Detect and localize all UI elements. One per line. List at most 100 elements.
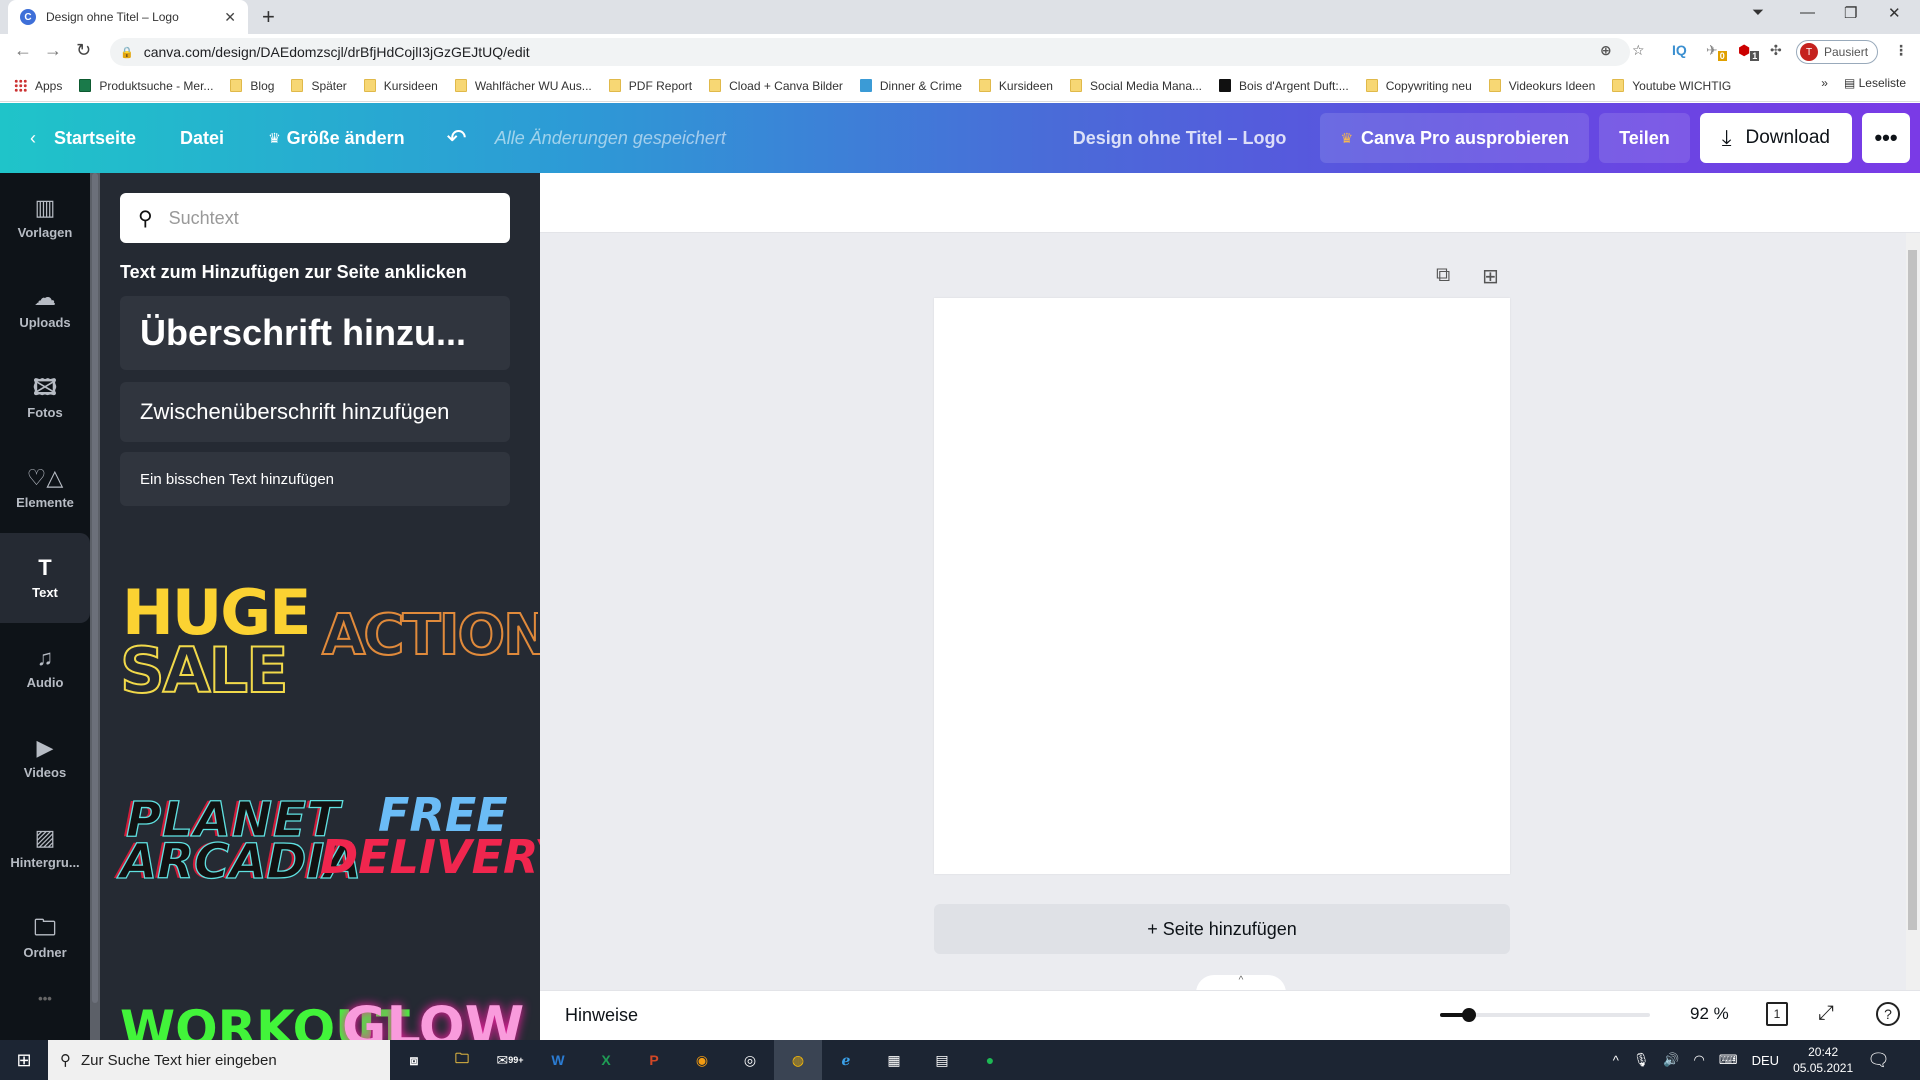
edge-icon[interactable]: ℯ	[822, 1040, 870, 1080]
extension-icon[interactable]: ✈ 0	[1706, 42, 1727, 61]
zoom-percentage[interactable]: 92 %	[1690, 1004, 1729, 1024]
add-body-text-button[interactable]: Ein bisschen Text hinzufügen	[120, 452, 510, 506]
context-toolbar	[540, 173, 1920, 233]
keyboard-icon[interactable]: ⌨	[1719, 1052, 1738, 1068]
undo-icon[interactable]: ↶	[433, 113, 481, 163]
notifications-icon[interactable]: 🗨	[1867, 1050, 1890, 1071]
bookmarks-overflow-button[interactable]: »	[1821, 76, 1828, 90]
taskbar-search-input[interactable]: ⚲ Zur Suche Text hier eingeben	[48, 1040, 390, 1080]
volume-icon[interactable]: 🔊	[1663, 1052, 1679, 1068]
add-page-icon[interactable]: ⊞	[1482, 264, 1499, 289]
zoom-slider[interactable]	[1440, 1008, 1650, 1022]
bookmark-apps[interactable]: Apps	[14, 79, 62, 93]
sidebar-item-videos[interactable]: ▶ Videos	[0, 713, 90, 803]
bookmark-item[interactable]: Dinner & Crime	[859, 79, 962, 93]
tray-overflow-icon[interactable]: ^	[1613, 1053, 1619, 1068]
bookmark-item[interactable]: Youtube WICHTIG	[1612, 79, 1731, 93]
search-input[interactable]: ⚲ Suchtext	[120, 193, 510, 243]
extensions-puzzle-icon[interactable]: ✣	[1770, 42, 1782, 59]
bookmark-star-icon[interactable]: ☆	[1632, 42, 1645, 59]
file-menu-button[interactable]: Datei	[166, 113, 238, 163]
bookmark-item[interactable]: Später	[291, 79, 347, 93]
restore-button[interactable]: ❐	[1844, 4, 1857, 22]
forward-button[interactable]: →	[44, 40, 62, 61]
sidebar-scroll-thumb[interactable]	[92, 173, 98, 1003]
clock[interactable]: 20:42 05.05.2021	[1793, 1044, 1853, 1076]
add-heading-button[interactable]: Überschrift hinzu...	[120, 296, 510, 370]
duplicate-page-icon[interactable]: ⧉	[1436, 264, 1450, 287]
sidebar-more-button[interactable]: •••	[0, 973, 90, 1023]
task-view-icon[interactable]: ⧈	[390, 1040, 438, 1080]
document-title[interactable]: Design ohne Titel – Logo	[1073, 128, 1287, 149]
bookmark-item[interactable]: PDF Report	[608, 79, 692, 93]
canva-favicon-icon: C	[20, 9, 36, 25]
adblock-icon[interactable]: ⬢ 1	[1738, 42, 1760, 61]
minimize-button[interactable]: —	[1800, 4, 1815, 21]
design-page[interactable]	[934, 298, 1510, 874]
bookmark-item[interactable]: Wahlfächer WU Aus...	[454, 79, 592, 93]
word-icon[interactable]: W	[534, 1040, 582, 1080]
reload-button[interactable]: ↻	[76, 40, 91, 61]
sidebar-item-audio[interactable]: ♫ Audio	[0, 623, 90, 713]
share-button[interactable]: Teilen	[1599, 113, 1690, 163]
sidebar-item-elements[interactable]: ♡△ Elemente	[0, 443, 90, 533]
wifi-icon[interactable]: ◠	[1694, 1052, 1705, 1068]
font-combo-huge-sale[interactable]: SALE	[119, 639, 289, 703]
spotify-icon[interactable]: ●	[966, 1040, 1014, 1080]
address-bar[interactable]: 🔒 canva.com/design/DAEdomzscjl/drBfjHdCo…	[110, 38, 1630, 66]
app-icon[interactable]: ◉	[678, 1040, 726, 1080]
app-icon[interactable]: ▤	[918, 1040, 966, 1080]
new-tab-button[interactable]: +	[262, 4, 275, 30]
page-count-button[interactable]: 1	[1766, 1002, 1788, 1026]
font-combo-free-delivery[interactable]: DELIVERY	[320, 834, 568, 880]
profile-button[interactable]: T Pausiert	[1796, 40, 1878, 64]
obs-icon[interactable]: ◎	[726, 1040, 774, 1080]
bookmark-item[interactable]: Produktsuche - Mer...	[79, 79, 213, 93]
chrome-icon[interactable]: ◍	[774, 1040, 822, 1080]
browser-menu-icon[interactable]: ⋮	[1894, 42, 1908, 59]
add-subheading-button[interactable]: Zwischenüberschrift hinzufügen	[120, 382, 510, 442]
add-page-button[interactable]: + Seite hinzufügen	[934, 904, 1510, 954]
browser-tab[interactable]: C Design ohne Titel – Logo ✕	[8, 0, 248, 34]
bookmark-item[interactable]: Bois d'Argent Duft:...	[1219, 79, 1349, 93]
sidebar-item-templates[interactable]: ▥ Vorlagen	[0, 173, 90, 263]
back-button[interactable]: ←	[14, 40, 32, 61]
reading-list-button[interactable]: ▤ Leseliste	[1844, 76, 1906, 90]
try-pro-button[interactable]: ♛ Canva Pro ausprobieren	[1320, 113, 1590, 163]
excel-icon[interactable]: X	[582, 1040, 630, 1080]
iq-extension-icon[interactable]: IQ	[1672, 42, 1687, 58]
mail-icon[interactable]: ✉ 99+	[486, 1040, 534, 1080]
bookmark-item[interactable]: Social Media Mana...	[1069, 79, 1202, 93]
more-options-button[interactable]: •••	[1862, 113, 1910, 163]
bookmark-item[interactable]: Cload + Canva Bilder	[709, 79, 843, 93]
powerpoint-icon[interactable]: P	[630, 1040, 678, 1080]
bookmark-item[interactable]: Kursideen	[363, 79, 438, 93]
tab-search-icon[interactable]: ⏷	[1752, 4, 1764, 21]
sidebar-item-background[interactable]: ▨ Hintergru...	[0, 803, 90, 893]
sidebar-item-folders[interactable]: 🗀 Ordner	[0, 893, 90, 983]
close-tab-icon[interactable]: ✕	[224, 9, 236, 26]
microphone-icon[interactable]: 🎙	[1633, 1052, 1650, 1068]
resize-button[interactable]: ♛ Größe ändern	[254, 113, 419, 163]
app-icon[interactable]: ▦	[870, 1040, 918, 1080]
hints-button[interactable]: Hinweise	[565, 1005, 638, 1026]
help-icon[interactable]: ?	[1876, 1002, 1900, 1026]
windows-start-icon[interactable]: ⊞	[0, 1050, 48, 1071]
bookmark-item[interactable]: Blog	[230, 79, 274, 93]
language-indicator[interactable]: DEU	[1752, 1053, 1779, 1068]
font-combo-action[interactable]: ACTION	[321, 607, 551, 665]
sidebar-item-photos[interactable]: 🖾 Fotos	[0, 353, 90, 443]
download-button[interactable]: ⤓ Download	[1699, 113, 1852, 163]
bookmark-item[interactable]: Kursideen	[978, 79, 1053, 93]
close-window-button[interactable]: ✕	[1888, 4, 1901, 22]
file-explorer-icon[interactable]: 🗀	[438, 1040, 486, 1080]
sidebar-item-text[interactable]: T Text	[0, 533, 90, 623]
zoom-slider-handle[interactable]	[1462, 1008, 1477, 1022]
zoom-icon[interactable]: ⊕	[1600, 42, 1612, 59]
bookmark-item[interactable]: Videokurs Ideen	[1488, 79, 1595, 93]
vertical-scroll-thumb[interactable]	[1908, 250, 1917, 930]
fullscreen-icon[interactable]: ⤢	[1818, 1002, 1834, 1025]
sidebar-item-uploads[interactable]: ☁ Uploads	[0, 263, 90, 353]
home-button[interactable]: ‹ Startseite	[16, 113, 150, 163]
bookmark-item[interactable]: Copywriting neu	[1365, 79, 1472, 93]
